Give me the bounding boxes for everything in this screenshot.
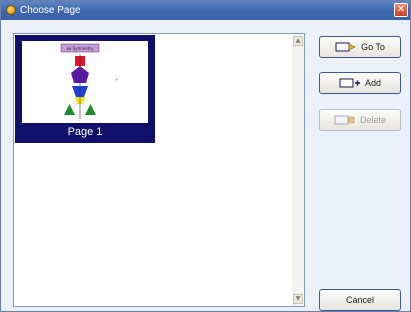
window-title: Choose Page <box>20 5 81 16</box>
delete-label: Delete <box>359 115 386 125</box>
preview-green-triangle-left <box>64 104 75 115</box>
page-thumbnail-preview: ex Symmetry + <box>22 41 148 123</box>
dialog-body: ex Symmetry + Page 1 ▲ ▼ Go To Add Delet… <box>1 20 410 311</box>
page-thumbnail-item[interactable]: ex Symmetry + Page 1 <box>15 35 155 143</box>
vertical-scrollbar[interactable]: ▲ ▼ <box>292 34 304 306</box>
close-button[interactable]: ✕ <box>394 3 408 17</box>
app-icon <box>6 5 16 15</box>
cancel-label: Cancel <box>345 295 374 305</box>
add-page-icon <box>339 78 360 88</box>
preview-marker: + <box>115 77 118 82</box>
title-bar[interactable]: Choose Page ✕ <box>1 1 410 20</box>
scroll-down-arrow-icon[interactable]: ▼ <box>293 294 303 304</box>
preview-green-triangle-right <box>85 104 96 115</box>
preview-title-text: ex Symmetry <box>67 46 94 51</box>
page-list[interactable]: ex Symmetry + Page 1 ▲ ▼ <box>13 33 305 307</box>
go-to-label: Go To <box>361 42 385 52</box>
go-to-page-icon <box>335 42 356 52</box>
delete-page-button[interactable]: Delete <box>319 109 401 131</box>
choose-page-dialog: Choose Page ✕ ex Symmetry + Page 1 ▲ ▼ G… <box>0 0 411 312</box>
scroll-up-arrow-icon[interactable]: ▲ <box>293 36 303 46</box>
symmetry-preview-image: ex Symmetry + <box>60 43 118 119</box>
add-page-button[interactable]: Add <box>319 72 401 94</box>
cancel-button[interactable]: Cancel <box>319 289 401 311</box>
page-thumbnail-label: Page 1 <box>67 126 103 138</box>
delete-page-icon <box>334 115 355 125</box>
go-to-button[interactable]: Go To <box>319 36 401 58</box>
add-label: Add <box>364 78 381 88</box>
